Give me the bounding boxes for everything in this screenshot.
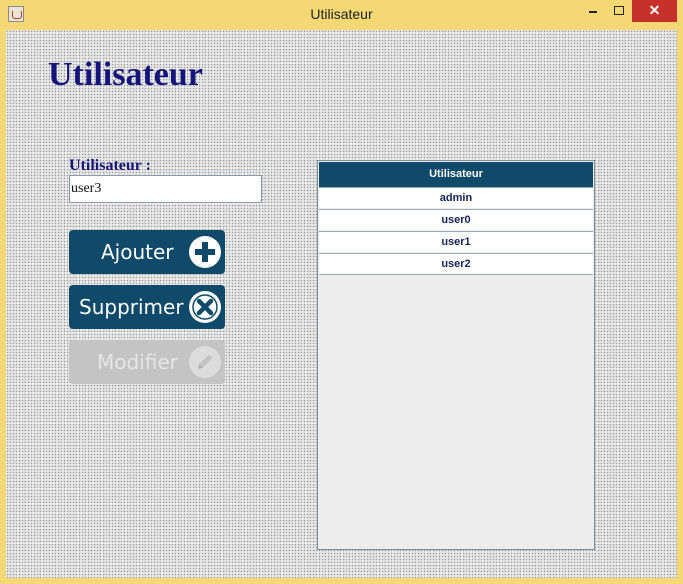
- maximize-button[interactable]: [606, 0, 632, 22]
- add-button-label: Ajouter: [101, 240, 174, 264]
- page-title: Utilisateur: [48, 56, 203, 93]
- pencil-circle-icon: [189, 346, 221, 378]
- user-label: Utilisateur :: [69, 157, 151, 174]
- delete-button-label: Supprimer: [79, 295, 184, 319]
- content-pane: Utilisateur Utilisateur : Ajouter Suppri…: [6, 30, 677, 578]
- table-row[interactable]: user2: [319, 253, 593, 275]
- x-circle-icon: [189, 291, 221, 323]
- table-row[interactable]: admin: [319, 187, 593, 208]
- add-button[interactable]: Ajouter: [69, 230, 225, 274]
- plus-circle-icon: [189, 236, 221, 268]
- table-row[interactable]: user1: [319, 231, 593, 252]
- close-button[interactable]: ✕: [632, 0, 677, 22]
- column-header-utilisateur[interactable]: Utilisateur: [319, 162, 593, 187]
- title-bar[interactable]: Utilisateur ✕: [0, 0, 683, 30]
- minimize-button[interactable]: [580, 0, 606, 22]
- users-table[interactable]: Utilisateur admin user0 user1 user2: [317, 160, 595, 550]
- edit-button[interactable]: Modifier: [69, 340, 225, 384]
- user-input[interactable]: [69, 175, 262, 203]
- edit-button-label: Modifier: [97, 350, 178, 374]
- table-row[interactable]: user0: [319, 209, 593, 230]
- delete-button[interactable]: Supprimer: [69, 285, 225, 329]
